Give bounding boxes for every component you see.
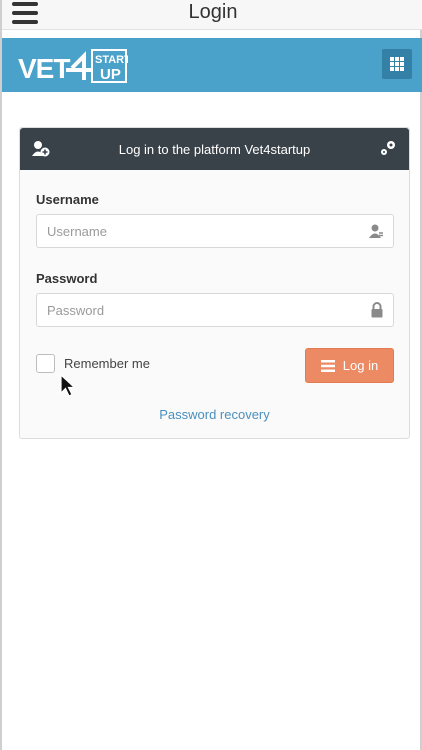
- password-recovery-link[interactable]: Password recovery: [20, 407, 409, 422]
- password-input[interactable]: [37, 294, 357, 326]
- login-heading: Log in to the platform Vet4startup: [118, 141, 311, 157]
- login-card-header: Log in to the platform Vet4startup: [20, 128, 409, 170]
- login-button-label: Log in: [342, 358, 379, 373]
- grid-icon: [390, 57, 404, 71]
- login-card: Log in to the platform Vet4startup Usern…: [19, 127, 410, 439]
- vet4startup-logo: VET START UP: [18, 49, 128, 84]
- gears-icon: [381, 141, 395, 155]
- login-button[interactable]: Log in: [305, 348, 394, 383]
- username-label: Username: [36, 192, 99, 207]
- lock-icon: [371, 302, 383, 318]
- password-field: [36, 293, 394, 327]
- logo-vet-text: VET: [18, 53, 70, 84]
- page-title: Login: [188, 1, 238, 23]
- app-frame: Login VET START UP Log in to the platfor…: [0, 0, 422, 750]
- remember-me-checkbox[interactable]: [36, 354, 55, 373]
- logo-up-text: UP: [100, 66, 121, 83]
- password-label: Password: [36, 271, 98, 286]
- username-field: [36, 214, 394, 248]
- mouse-cursor-icon: [60, 374, 76, 397]
- title-bar: Login: [2, 0, 422, 30]
- add-user-icon: [32, 141, 50, 157]
- remember-me-label[interactable]: Remember me: [64, 356, 150, 371]
- list-icon: [320, 359, 335, 372]
- user-icon: [369, 224, 383, 238]
- brand-bar: VET START UP: [2, 38, 422, 92]
- apps-button[interactable]: [382, 49, 412, 79]
- logo-start-text: START: [95, 54, 128, 66]
- username-input[interactable]: [37, 215, 357, 247]
